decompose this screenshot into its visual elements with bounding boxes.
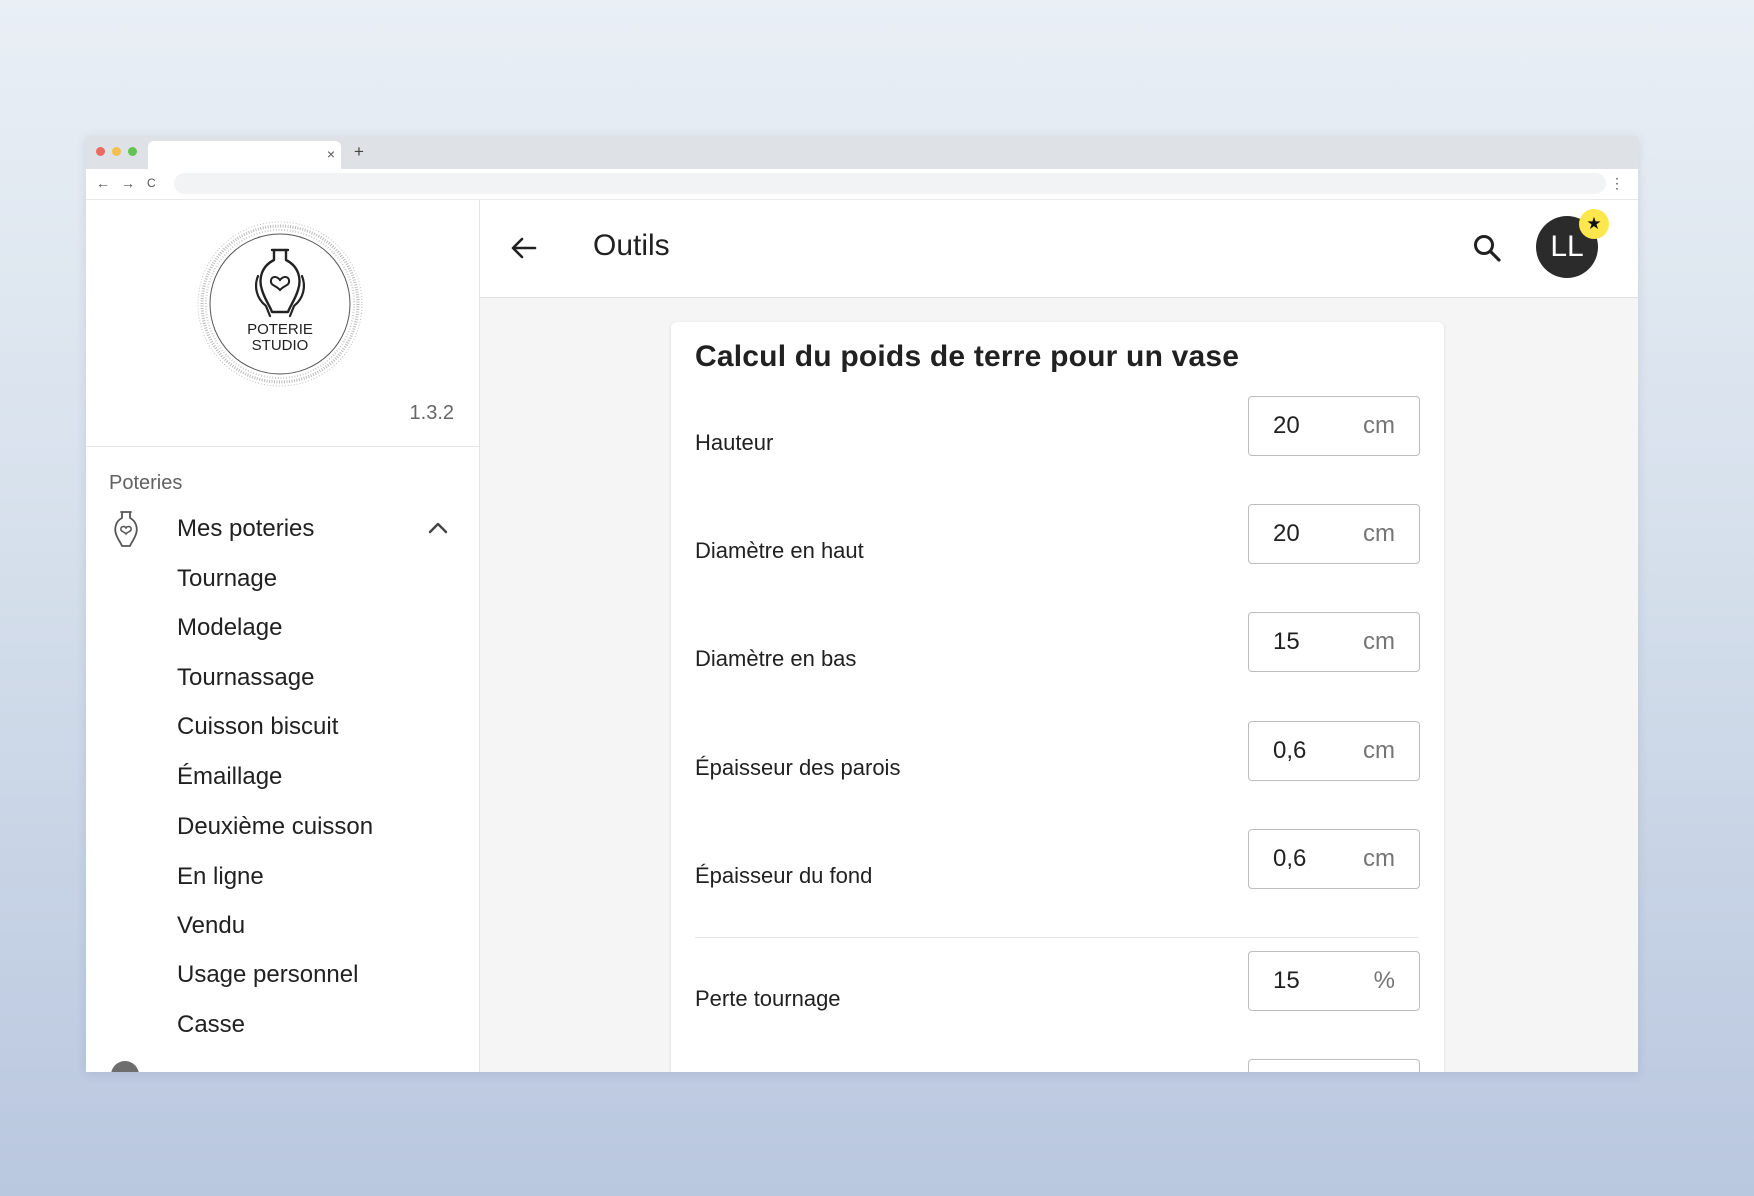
window-minimize-dot[interactable] <box>112 147 121 156</box>
label-epaisseur-fond: Épaisseur du fond <box>695 863 873 888</box>
label-epaisseur-parois: Épaisseur des parois <box>695 755 901 780</box>
nav-item-mes-poteries-label: Mes poteries <box>177 515 315 542</box>
sidebar: POTERIE STUDIO 1.3.2 Poteries Mes poteri… <box>86 200 480 1072</box>
diametre-haut-unit: cm <box>1363 520 1395 547</box>
epaisseur-fond-value: 0,6 <box>1273 845 1307 872</box>
hauteur-input[interactable]: 20 cm <box>1248 396 1420 456</box>
window-maximize-dot[interactable] <box>128 147 137 156</box>
star-badge-icon: ★ <box>1579 209 1609 239</box>
perte-tournage-value: 15 <box>1273 967 1300 994</box>
epaisseur-parois-input[interactable]: 0,6 cm <box>1248 721 1420 781</box>
browser-menu-icon[interactable]: ⋮ <box>1610 174 1624 192</box>
epaisseur-fond-unit: cm <box>1363 845 1395 872</box>
logo-text-line1: POTERIE <box>247 321 313 338</box>
window-close-dot[interactable] <box>96 147 105 156</box>
diametre-bas-unit: cm <box>1363 628 1395 655</box>
label-diametre-bas: Diamètre en bas <box>695 646 857 671</box>
perte-tournage-unit: % <box>1373 967 1395 994</box>
sidebar-item-en-ligne[interactable]: En ligne <box>177 860 264 894</box>
sidebar-item-modelage[interactable]: Modelage <box>177 611 282 645</box>
chevron-up-icon[interactable] <box>426 518 450 538</box>
sidebar-item-usage-personnel[interactable]: Usage personnel <box>177 958 358 992</box>
card-divider <box>695 937 1418 938</box>
sidebar-divider <box>86 446 479 447</box>
browser-back-icon[interactable]: ← <box>96 174 110 192</box>
sidebar-item-casse[interactable]: Casse <box>177 1008 245 1042</box>
sidebar-item-tournage[interactable]: Tournage <box>177 562 277 596</box>
browser-window: × + ← → C ⋮ POTERIE STUDIO 1.3.2 Poterie… <box>86 136 1638 1072</box>
calculator-title: Calcul du poids de terre pour un vase <box>695 340 1240 373</box>
vase-icon <box>114 511 138 547</box>
label-hauteur: Hauteur <box>695 430 774 455</box>
poterie-studio-logo: POTERIE STUDIO <box>197 221 363 387</box>
next-field-input[interactable] <box>1248 1059 1420 1072</box>
hauteur-value: 20 <box>1273 412 1300 439</box>
tab-bar: × + <box>86 136 1638 169</box>
app-bar: Outils LL ★ <box>480 200 1638 298</box>
sidebar-item-emaillage[interactable]: Émaillage <box>177 760 282 794</box>
nav-item-mes-poteries[interactable]: Mes poteries <box>86 502 479 552</box>
epaisseur-parois-unit: cm <box>1363 737 1395 764</box>
sidebar-item-vendu[interactable]: Vendu <box>177 909 245 943</box>
app-version: 1.3.2 <box>409 402 454 424</box>
sidebar-item-cuisson-biscuit[interactable]: Cuisson biscuit <box>177 710 338 744</box>
perte-tournage-input[interactable]: 15 % <box>1248 951 1420 1011</box>
diametre-bas-input[interactable]: 15 cm <box>1248 612 1420 672</box>
label-diametre-haut: Diamètre en haut <box>695 538 864 563</box>
diametre-bas-value: 15 <box>1273 628 1300 655</box>
epaisseur-fond-input[interactable]: 0,6 cm <box>1248 829 1420 889</box>
browser-reload-icon[interactable]: C <box>147 174 156 192</box>
epaisseur-parois-value: 0,6 <box>1273 737 1307 764</box>
new-tab-button[interactable]: + <box>354 142 364 162</box>
add-pottery-icon[interactable] <box>111 1061 139 1072</box>
browser-forward-icon[interactable]: → <box>121 174 135 192</box>
search-icon[interactable] <box>1471 232 1505 266</box>
sidebar-item-deuxieme-cuisson[interactable]: Deuxième cuisson <box>177 810 373 844</box>
tab-close-icon[interactable]: × <box>327 146 335 162</box>
page-title: Outils <box>593 229 670 262</box>
section-label-poteries: Poteries <box>109 472 183 494</box>
browser-toolbar: ← → C ⋮ <box>86 169 1638 200</box>
browser-tab[interactable]: × <box>148 141 341 169</box>
diametre-haut-value: 20 <box>1273 520 1300 547</box>
vase-clay-calculator-card: Calcul du poids de terre pour un vase Ha… <box>671 322 1444 1072</box>
address-bar[interactable] <box>174 173 1606 194</box>
label-perte-tournage: Perte tournage <box>695 986 841 1011</box>
diametre-haut-input[interactable]: 20 cm <box>1248 504 1420 564</box>
logo-text-line2: STUDIO <box>252 337 309 354</box>
main-content: Outils LL ★ Calcul du poids de terre pou… <box>480 200 1638 1072</box>
hauteur-unit: cm <box>1363 412 1395 439</box>
sidebar-item-tournassage[interactable]: Tournassage <box>177 661 314 695</box>
back-arrow-icon[interactable] <box>508 232 540 264</box>
